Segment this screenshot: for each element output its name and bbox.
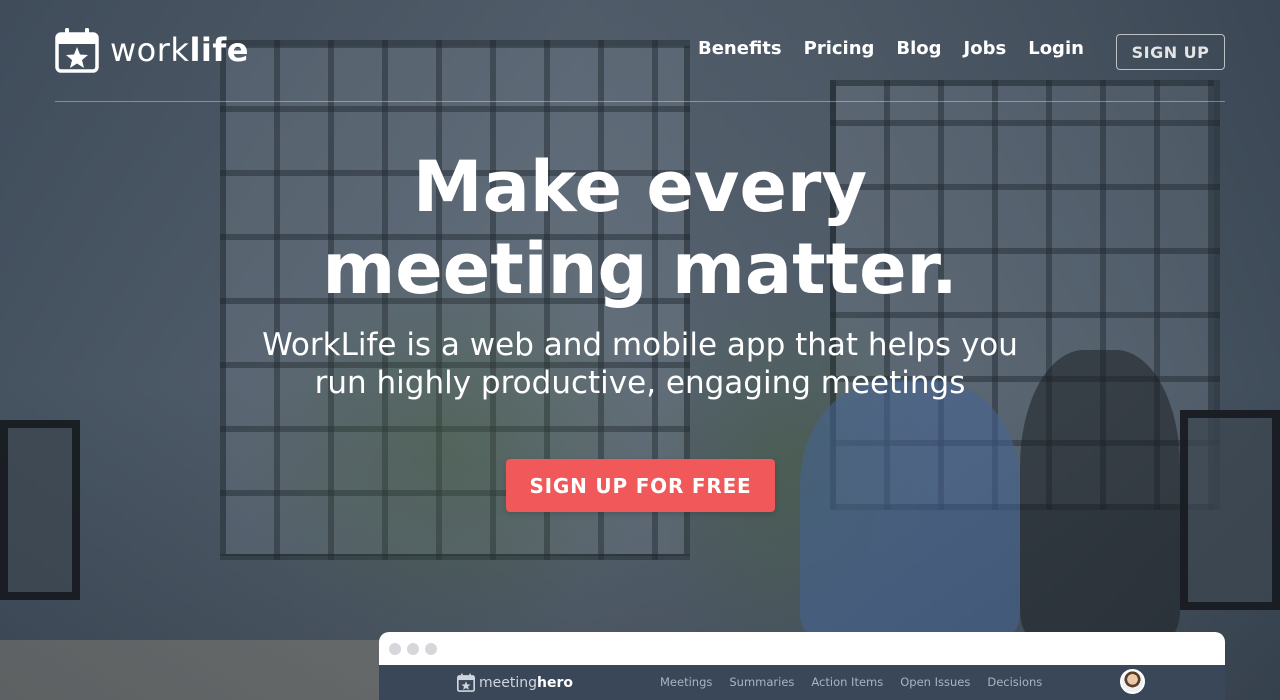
background-monitor	[0, 420, 80, 600]
app-preview-header: meeting hero Meetings Summaries Action It…	[379, 665, 1225, 700]
window-dot	[425, 643, 437, 655]
nav-link-pricing[interactable]: Pricing	[804, 38, 875, 59]
calendar-star-icon	[457, 673, 475, 692]
calendar-star-icon	[55, 28, 99, 73]
nav-link-benefits[interactable]: Benefits	[698, 38, 782, 59]
nav-link-jobs[interactable]: Jobs	[964, 38, 1007, 59]
meetinghero-logo: meeting hero	[457, 673, 573, 692]
app-nav-action-items: Action Items	[811, 675, 884, 689]
app-nav-meetings: Meetings	[660, 675, 713, 689]
preview-brand-bold: hero	[537, 674, 573, 691]
window-controls	[389, 643, 443, 655]
hero-subhead: WorkLife is a web and mobile app that he…	[262, 327, 1018, 401]
logo-text: worklife	[110, 31, 249, 69]
top-navigation: worklife Benefits Pricing Blog Jobs Logi…	[55, 24, 1225, 78]
preview-brand-light: meeting	[479, 674, 538, 691]
background-monitor	[1180, 410, 1280, 610]
app-nav-decisions: Decisions	[987, 675, 1043, 689]
background-plants	[240, 250, 660, 650]
app-preview-window: meeting hero Meetings Summaries Action It…	[379, 632, 1225, 700]
nav-divider	[55, 101, 1225, 102]
nav-links: Benefits Pricing Blog Jobs Login	[698, 38, 1106, 59]
app-nav-open-issues: Open Issues	[900, 675, 971, 689]
background-person	[1020, 350, 1180, 640]
app-nav-summaries: Summaries	[729, 675, 795, 689]
app-preview-nav: Meetings Summaries Action Items Open Iss…	[660, 675, 1059, 689]
hero-background: worklife Benefits Pricing Blog Jobs Logi…	[0, 0, 1280, 700]
window-dot	[389, 643, 401, 655]
signup-free-button[interactable]: SIGN UP FOR FREE	[506, 459, 775, 512]
background-desk	[0, 640, 380, 700]
nav-link-blog[interactable]: Blog	[896, 38, 941, 59]
hero-headline: Make every meeting matter.	[322, 146, 958, 310]
background-person	[800, 380, 1020, 640]
worklife-logo[interactable]: worklife	[55, 24, 249, 76]
window-dot	[407, 643, 419, 655]
signup-button[interactable]: SIGN UP	[1116, 34, 1225, 70]
avatar	[1120, 669, 1145, 694]
nav-link-login[interactable]: Login	[1028, 38, 1084, 59]
